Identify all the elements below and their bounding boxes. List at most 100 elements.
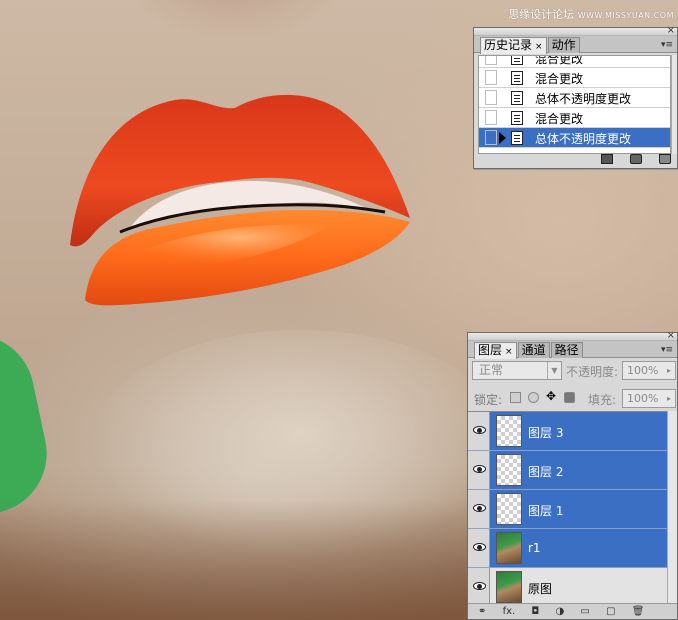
layers-panel-tabs: 图层 × 通道 路径 ▾≡ [468,341,677,359]
layers-panel-titlebar[interactable]: × [468,331,677,341]
chevron-down-icon: ▸ [666,394,671,403]
layer-row[interactable]: 原图 [468,568,669,605]
history-item[interactable]: 总体不透明度更改 [479,88,670,108]
layer-name: 原图 [528,582,553,596]
tab-actions[interactable]: 动作 [547,37,580,53]
layer-row[interactable]: 图层 1 [468,490,669,529]
lock-position-icon[interactable]: ✥ [546,390,557,402]
visibility-toggle[interactable] [468,529,490,567]
history-panel: × 历史记录 × 动作 ▾≡ 混合更改 混合更改 总体不透明度更改 混合更改 总… [473,26,678,169]
history-state-icon [511,56,523,65]
layer-name: r1 [528,541,541,555]
layer-row[interactable]: 图层 2 [468,451,669,490]
layer-thumbnail [496,454,522,486]
watermark: 思缘设计论坛 WWW.MISSYUAN.COM [508,6,674,22]
layer-row[interactable]: r1 [468,529,669,568]
blend-mode-select[interactable]: 正常 ▼ [472,361,562,380]
history-item-label: 混合更改 [535,112,584,126]
close-icon[interactable]: × [667,26,675,36]
tab-paths[interactable]: 路径 [550,342,583,358]
tab-layers[interactable]: 图层 × [474,342,517,359]
lock-row: 锁定: ✥ 填充: 100% ▸ [472,387,678,409]
layer-thumbnail [496,571,522,603]
layer-name: 图层 3 [528,426,564,440]
eye-icon [473,465,486,473]
history-item[interactable]: 混合更改 [479,68,670,88]
history-item-label: 混合更改 [535,72,584,86]
tab-close-icon[interactable]: × [535,42,543,52]
visibility-toggle[interactable] [468,412,490,450]
layer-row[interactable]: 图层 3 [468,412,669,451]
history-panel-tabs: 历史记录 × 动作 ▾≡ [474,36,677,54]
lock-all-icon[interactable] [564,392,575,403]
panel-menu-icon[interactable]: ▾≡ [661,40,673,50]
panel-menu-icon[interactable]: ▾≡ [661,345,673,355]
tab-channels[interactable]: 通道 [517,342,550,358]
visibility-toggle[interactable] [468,568,490,605]
history-item-label: 总体不透明度更改 [535,92,632,106]
new-layer-icon[interactable]: ▢ [606,604,615,619]
tab-actions-label: 动作 [551,38,576,52]
blend-row: 正常 ▼ 不透明度: 100% ▸ [472,360,678,382]
layers-panel: × 图层 × 通道 路径 ▾≡ 正常 ▼ 不透明度: 100% ▸ 锁定: ✥ 填充:… [467,331,678,620]
history-state-icon [511,131,523,145]
tab-layers-label: 图层 [478,343,503,357]
link-layers-icon[interactable]: ⚭ [478,604,486,619]
snapshot-source-checkbox[interactable] [485,110,497,125]
eye-icon [473,504,486,512]
visibility-toggle[interactable] [468,451,490,489]
history-item[interactable]: 混合更改 [479,108,670,128]
blend-mode-value: 正常 [479,363,504,377]
opacity-value: 100% [627,364,659,377]
snapshot-source-checkbox[interactable] [485,70,497,85]
group-folder-icon[interactable]: ▭ [580,604,589,619]
history-panel-titlebar[interactable]: × [474,26,677,36]
opacity-input[interactable]: 100% ▸ [622,361,676,380]
eye-icon [473,582,486,590]
history-item-label: 总体不透明度更改 [535,132,632,146]
watermark-cn: 思缘设计论坛 [508,8,575,21]
fill-input[interactable]: 100% ▸ [622,389,676,408]
visibility-toggle[interactable] [468,490,490,528]
history-state-icon [511,91,523,105]
history-state-icon [511,71,523,85]
tab-history[interactable]: 历史记录 × [480,37,547,54]
history-item-selected[interactable]: 总体不透明度更改 [479,128,670,148]
tab-history-label: 历史记录 [484,38,533,52]
layer-name: 图层 1 [528,504,564,518]
trash-icon[interactable]: 🗑 [632,604,645,619]
history-state-marker-icon [499,132,506,144]
fill-value: 100% [627,392,659,405]
adjustment-layer-icon[interactable]: ◑ [556,604,565,619]
fill-label: 填充: [588,393,617,407]
lock-transparent-pixels-icon[interactable] [510,392,521,403]
close-icon[interactable]: × [667,331,675,341]
tab-paths-label: 路径 [554,343,579,357]
watermark-site: WWW.MISSYUAN.COM [577,11,674,20]
trash-icon[interactable] [659,154,671,164]
eye-icon [473,426,486,434]
history-state-icon [511,111,523,125]
layers-scrollbar[interactable] [667,411,677,605]
layer-list: 图层 3 图层 2 图层 1 r1 原图 [468,411,669,605]
history-scrollbar[interactable] [671,55,677,154]
chevron-down-icon: ▸ [666,366,671,375]
layer-thumbnail [496,493,522,525]
snapshot-camera-icon[interactable] [629,154,642,164]
eye-icon [473,543,486,551]
tab-close-icon[interactable]: × [505,347,513,357]
snapshot-source-checkbox[interactable] [485,56,497,65]
layer-mask-icon[interactable]: ◘ [531,604,539,619]
new-document-icon[interactable] [600,154,613,164]
layer-thumbnail [496,415,522,447]
history-panel-footer [474,153,677,168]
chevron-down-icon: ▼ [547,362,561,379]
history-list: 混合更改 混合更改 总体不透明度更改 混合更改 总体不透明度更改 [478,55,671,154]
snapshot-source-checkbox[interactable] [485,130,497,145]
fx-icon[interactable]: fx. [503,604,516,619]
snapshot-source-checkbox[interactable] [485,90,497,105]
lock-label: 锁定: [474,393,503,407]
history-item[interactable]: 混合更改 [479,55,670,68]
history-item-label: 混合更改 [535,55,584,66]
lock-image-pixels-icon[interactable] [528,392,539,403]
